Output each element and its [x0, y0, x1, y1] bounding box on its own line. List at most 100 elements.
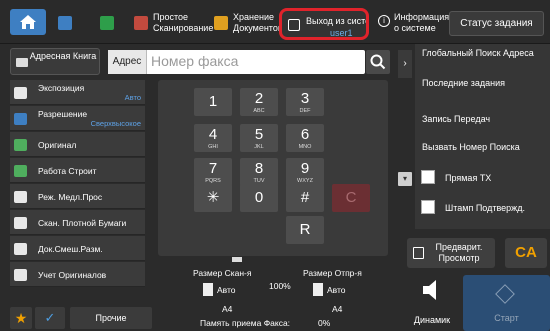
preview-button[interactable]: Предварит. Просмотр	[407, 238, 495, 268]
home-button[interactable]	[10, 9, 46, 35]
speaker-icon	[423, 280, 436, 300]
fax-number-placeholder: Номер факса	[151, 53, 239, 69]
scan-size-label: Размер Скан-я	[193, 268, 252, 278]
check-button[interactable]: ✓	[35, 307, 65, 329]
top-bar: Простое Сканирование Хранение Документов…	[0, 0, 550, 44]
key-7[interactable]: 7 PQRS	[194, 158, 232, 186]
recent-jobs[interactable]: Последние задания	[415, 78, 550, 89]
keypad: 1 2 ABC 3 DEF 4 GHI 5 JKL 6 MNO 7 PQRS 8 TUV 9W…	[158, 80, 388, 256]
feature-job-build[interactable]: Работа Строит	[10, 158, 145, 183]
check-icon: ✓	[44, 310, 56, 325]
thick-paper-icon	[14, 217, 27, 229]
system-info-label: Информация о системе	[394, 12, 450, 33]
system-info-button[interactable]: i Информация о системе	[378, 12, 454, 34]
feature-resolution[interactable]: Разрешение Сверхвысокое	[10, 106, 145, 131]
fax-number-field[interactable]: Адрес Номер факса	[108, 50, 365, 74]
stamp-option[interactable]: Штамп Подтвержд.	[415, 200, 550, 220]
start-label: Старт	[494, 313, 519, 323]
global-address-search[interactable]: Глобальный Поиск Адреса	[415, 48, 550, 59]
key-8[interactable]: 8 TUV	[240, 158, 278, 186]
feature-exposure[interactable]: Экспозиция Авто	[10, 80, 145, 105]
feature-original-count[interactable]: Учет Оригиналов	[10, 262, 145, 287]
key-5-digit: 5	[254, 126, 264, 143]
key-7-digit: 7	[208, 160, 218, 177]
key-asterisk-digit: ✳	[206, 189, 220, 206]
fax-memory-value: 0%	[318, 318, 331, 328]
fax-memory-label: Память приема Факса:	[200, 318, 291, 328]
key-clear-digit: C	[345, 189, 357, 206]
key-0[interactable]: 0	[240, 184, 278, 212]
app-copy[interactable]	[100, 8, 114, 38]
send-paper-size: A4	[332, 304, 343, 314]
stamp-label: Штамп Подтвержд.	[445, 203, 525, 213]
scan-page-icon	[203, 283, 213, 296]
scale-ratio: 100%	[269, 281, 291, 291]
direct-tx-label: Прямая TX	[445, 173, 492, 183]
key-0-digit: 0	[254, 189, 264, 206]
feature-slow-scan[interactable]: Реж. Медл.Прос	[10, 184, 145, 209]
key-hash[interactable]: #	[286, 184, 324, 212]
key-8-digit: 8	[254, 160, 264, 177]
call-search-number[interactable]: Вызвать Номер Поиска	[415, 142, 550, 153]
app-scanner[interactable]	[58, 8, 72, 38]
simple-scan-icon	[134, 16, 148, 30]
key-6-letters: MNO	[298, 144, 312, 150]
key-9[interactable]: 9 WXYZ	[286, 158, 324, 186]
clear-all-button[interactable]: CA	[505, 238, 547, 268]
key-6[interactable]: 6 MNO	[286, 124, 324, 152]
key-clear[interactable]: C	[332, 184, 370, 212]
key-3[interactable]: 3 DEF	[286, 88, 324, 116]
slow-scan-icon	[14, 191, 27, 203]
start-button[interactable]: Старт	[463, 275, 550, 331]
address-book-button[interactable]: Адресная Книга	[10, 48, 100, 75]
key-r[interactable]: R	[286, 216, 324, 244]
search-button[interactable]	[366, 50, 390, 74]
key-3-letters: DEF	[299, 108, 311, 114]
address-book-icon	[16, 58, 28, 67]
scanner-small-icon	[232, 257, 242, 262]
speaker-button[interactable]: Динамик	[406, 276, 458, 328]
feature-thick-paper-scan[interactable]: Скан. Плотной Бумаги	[10, 210, 145, 235]
app-simple-scan[interactable]: Простое Сканирование	[134, 8, 223, 38]
feature-original[interactable]: Оригинал	[10, 132, 145, 157]
search-icon	[370, 54, 386, 70]
key-5-letters: JKL	[254, 144, 264, 150]
job-build-icon	[14, 165, 27, 177]
key-4[interactable]: 4 GHI	[194, 124, 232, 152]
stamp-checkbox[interactable]	[421, 200, 435, 214]
scan-paper-size: A4	[222, 304, 233, 314]
chevron-right-icon: ›	[403, 58, 407, 69]
original-icon	[14, 139, 27, 151]
direct-tx-checkbox[interactable]	[421, 170, 435, 184]
feature-mixed-size[interactable]: Док.Смеш.Разм.	[10, 236, 145, 261]
other-button[interactable]: Прочие	[70, 307, 152, 329]
preview-label: Предварит. Просмотр	[435, 242, 483, 263]
key-asterisk[interactable]: ✳	[194, 184, 232, 212]
scroll-down-button[interactable]: ▾	[398, 172, 412, 186]
panel-expand-button[interactable]: ›	[398, 50, 412, 78]
feature-resolution-label: Разрешение	[38, 109, 88, 119]
direct-tx-option[interactable]: Прямая TX	[415, 170, 550, 190]
exposure-icon	[14, 87, 27, 99]
job-status-button[interactable]: Статус задания	[449, 11, 544, 36]
key-5[interactable]: 5 JKL	[240, 124, 278, 152]
job-status-label: Статус задания	[460, 18, 533, 29]
feature-slow-scan-label: Реж. Медл.Прос	[38, 192, 103, 202]
logout-button[interactable]: Выход из системы user1	[279, 8, 369, 40]
key-1-digit: 1	[208, 93, 218, 110]
key-1[interactable]: 1	[194, 88, 232, 116]
feature-exposure-value: Авто	[124, 93, 141, 102]
favorites-button[interactable]: ★	[10, 307, 32, 329]
key-2[interactable]: 2 ABC	[240, 88, 278, 116]
action-panel: Глобальный Поиск Адреса Последние задани…	[415, 44, 550, 229]
preview-icon	[413, 247, 424, 259]
feature-original-count-label: Учет Оригиналов	[38, 270, 107, 280]
star-icon: ★	[14, 310, 28, 326]
scanner-icon	[58, 16, 72, 30]
transmission-log[interactable]: Запись Передач	[415, 114, 550, 125]
feature-resolution-value: Сверхвысокое	[90, 119, 141, 128]
key-2-digit: 2	[254, 90, 264, 107]
resolution-icon	[14, 113, 27, 125]
send-size-label: Размер Отпр-я	[303, 268, 362, 278]
feature-job-build-label: Работа Строит	[38, 166, 97, 176]
